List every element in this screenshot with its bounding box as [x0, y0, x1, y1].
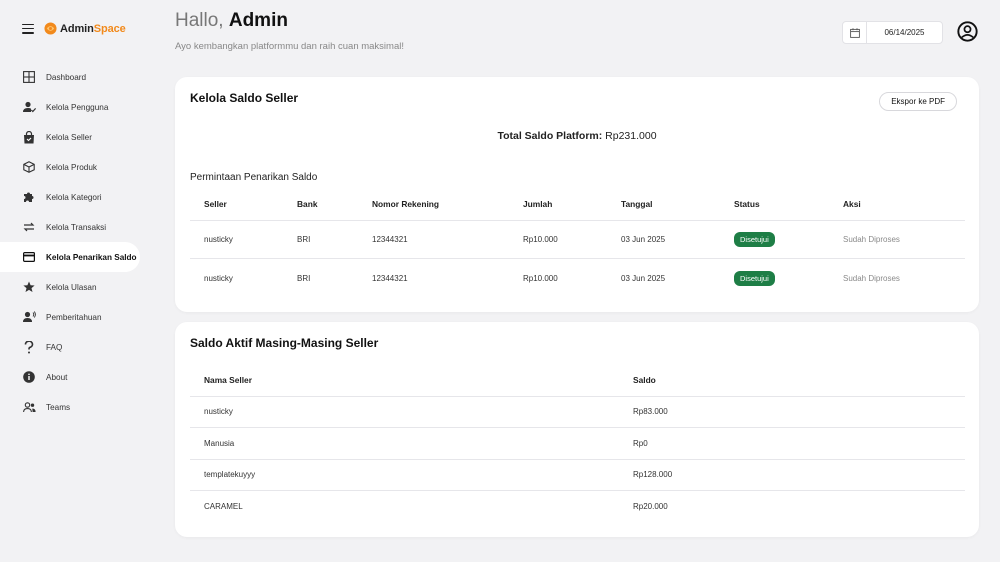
cell-nama: nusticky [190, 396, 619, 428]
sidebar: AdminSpace Dashboard Kelola Pengguna Kel… [0, 0, 150, 562]
brand-name[interactable]: AdminSpace [60, 23, 126, 35]
column-header: Seller [190, 189, 283, 221]
table-row: nusticky BRI 12344321 Rp10.000 03 Jun 20… [190, 220, 965, 259]
sidebar-item-kelola-penarikan-saldo[interactable]: Kelola Penarikan Saldo [0, 242, 140, 272]
withdraw-table: Seller Bank Nomor Rekening Jumlah Tangga… [190, 189, 965, 297]
column-header: Saldo [619, 365, 965, 397]
cell-jumlah: Rp10.000 [509, 220, 607, 259]
grid-icon [22, 70, 36, 84]
column-header: Bank [283, 189, 358, 221]
info-icon [22, 370, 36, 384]
withdraw-section-title: Permintaan Penarikan Saldo [190, 172, 318, 183]
column-header: Tanggal [607, 189, 720, 221]
table-row: templatekuyyy Rp128.000 [190, 459, 965, 491]
date-value[interactable]: 06/14/2025 [867, 28, 942, 37]
cell-saldo: Rp83.000 [619, 396, 965, 428]
column-header: Aksi [829, 189, 965, 221]
shopping-bag-icon [22, 130, 36, 144]
brand: AdminSpace [22, 22, 126, 35]
sidebar-nav: Dashboard Kelola Pengguna Kelola Seller … [0, 62, 140, 422]
puzzle-icon [22, 190, 36, 204]
page-subtitle: Ayo kembangkan platformmu dan raih cuan … [175, 41, 404, 52]
menu-icon[interactable] [22, 23, 34, 34]
sidebar-item-kelola-pengguna[interactable]: Kelola Pengguna [0, 92, 140, 122]
table-row: CARAMEL Rp20.000 [190, 491, 965, 523]
logo-icon [44, 22, 57, 35]
cell-rekening: 12344321 [358, 220, 509, 259]
saldo-aktif-table: Nama Seller Saldo nusticky Rp83.000 Manu… [190, 365, 965, 522]
sidebar-item-label: Dashboard [46, 72, 87, 82]
column-header: Jumlah [509, 189, 607, 221]
table-row: nusticky BRI 12344321 Rp10.000 03 Jun 20… [190, 259, 965, 298]
cell-seller: nusticky [190, 220, 283, 259]
user-check-icon [22, 100, 36, 114]
cell-rekening: 12344321 [372, 273, 408, 283]
box-icon [22, 160, 36, 174]
cell-aksi: Sudah Diproses [829, 220, 965, 259]
sidebar-item-label: About [46, 372, 68, 382]
cell-seller: nusticky [204, 273, 233, 283]
column-header: Nama Seller [190, 365, 619, 397]
star-icon [22, 280, 36, 294]
sidebar-item-label: Kelola Transaksi [46, 222, 107, 232]
cell-tanggal: 03 Jun 2025 [621, 273, 666, 283]
sidebar-item-label: Kelola Seller [46, 132, 92, 142]
cell-saldo: Rp20.000 [633, 502, 668, 511]
card-title: Kelola Saldo Seller [190, 91, 299, 105]
sidebar-item-kelola-produk[interactable]: Kelola Produk [0, 152, 140, 182]
question-icon [22, 340, 36, 354]
saldo-aktif-card: Saldo Aktif Masing-Masing Seller Nama Se… [175, 322, 979, 537]
announce-icon [22, 310, 36, 324]
card-title: Saldo Aktif Masing-Masing Seller [190, 336, 379, 350]
swap-icon [22, 220, 36, 234]
sidebar-item-kelola-transaksi[interactable]: Kelola Transaksi [0, 212, 140, 242]
calendar-icon[interactable] [843, 22, 867, 43]
table-row: Manusia Rp0 [190, 427, 965, 460]
profile-icon[interactable] [957, 21, 978, 42]
cell-nama: Manusia [190, 427, 619, 460]
sidebar-item-label: Kelola Penarikan Saldo [46, 252, 137, 262]
cell-saldo: Rp128.000 [619, 459, 965, 491]
cell-aksi: Sudah Diproses [843, 273, 900, 283]
cell-tanggal: 03 Jun 2025 [607, 220, 720, 259]
sidebar-item-dashboard[interactable]: Dashboard [0, 62, 140, 92]
cell-jumlah: Rp10.000 [523, 273, 558, 283]
column-header: Status [720, 189, 829, 221]
cell-nama: CARAMEL [204, 502, 243, 511]
sidebar-item-faq[interactable]: FAQ [0, 332, 140, 362]
cell-nama: templatekuyyy [190, 459, 619, 491]
card-icon [22, 250, 36, 264]
sidebar-item-label: Kelola Produk [46, 162, 97, 172]
sidebar-item-pemberitahuan[interactable]: Pemberitahuan [0, 302, 140, 332]
sidebar-item-kelola-kategori[interactable]: Kelola Kategori [0, 182, 140, 212]
saldo-seller-card: Kelola Saldo Seller Ekspor ke PDF Total … [175, 77, 979, 312]
cell-status: Disetujui [720, 220, 829, 259]
column-header: Nomor Rekening [358, 189, 509, 221]
cell-bank: BRI [283, 220, 358, 259]
status-badge: Disetujui [734, 231, 775, 247]
sidebar-item-kelola-ulasan[interactable]: Kelola Ulasan [0, 272, 140, 302]
sidebar-item-teams[interactable]: Teams [0, 392, 140, 422]
table-row: nusticky Rp83.000 [190, 396, 965, 428]
cell-status: Disetujui [720, 259, 829, 298]
sidebar-item-label: FAQ [46, 342, 63, 352]
sidebar-item-label: Kelola Kategori [46, 192, 102, 202]
date-picker[interactable]: 06/14/2025 [842, 21, 943, 44]
sidebar-item-label: Kelola Ulasan [46, 282, 97, 292]
cell-bank: BRI [297, 273, 311, 283]
sidebar-item-label: Teams [46, 402, 71, 412]
total-saldo: Total Saldo Platform: Rp231.000 [497, 130, 657, 142]
sidebar-item-about[interactable]: About [0, 362, 140, 392]
sidebar-item-label: Kelola Pengguna [46, 102, 109, 112]
export-pdf-button[interactable]: Ekspor ke PDF [879, 92, 957, 111]
sidebar-item-label: Pemberitahuan [46, 312, 102, 322]
cell-saldo: Rp0 [619, 427, 965, 460]
sidebar-item-kelola-seller[interactable]: Kelola Seller [0, 122, 140, 152]
status-badge: Disetujui [734, 270, 775, 286]
people-icon [22, 400, 36, 414]
page-title: Hallo, Admin [175, 10, 288, 31]
